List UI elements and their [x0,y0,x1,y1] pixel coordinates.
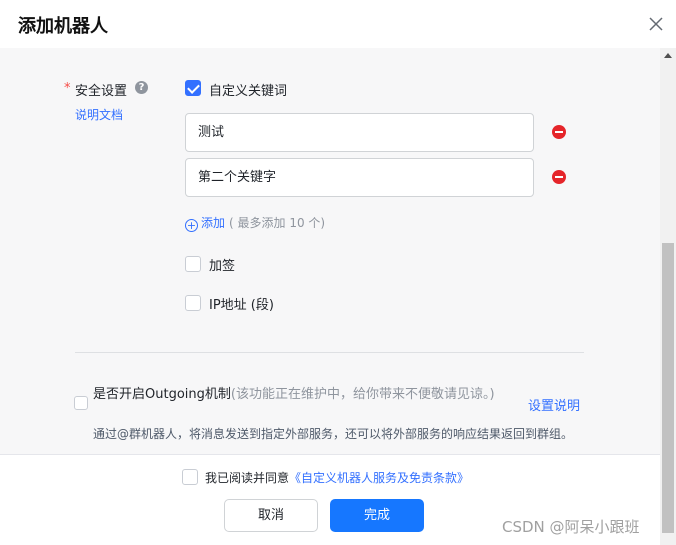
dialog-title: 添加机器人 [18,16,108,37]
sign-checkbox[interactable] [185,256,201,272]
remove-keyword-2-icon[interactable] [552,170,566,184]
confirm-button[interactable]: 完成 [330,499,424,532]
security-settings-label: 安全设置 [75,84,128,99]
ip-label: IP地址 (段) [209,298,274,313]
sign-label: 加签 [209,259,236,274]
custom-keyword-label: 自定义关键词 [209,84,288,99]
keyword-input-1[interactable]: 测试 [185,113,534,152]
agree-text-block: 我已阅读并同意《自定义机器人服务及免责条款》 [205,469,469,486]
cancel-button[interactable]: 取消 [224,499,318,532]
add-keyword-hint: ( 最多添加 10 个) [229,216,326,230]
add-keyword-row: + 添加 ( 最多添加 10 个) [185,214,325,232]
doc-link[interactable]: 说明文档 [75,106,123,123]
add-circle-icon[interactable]: + [185,219,198,232]
remove-keyword-1-icon[interactable] [552,125,566,139]
watermark: CSDN @阿呆小跟班 [502,518,640,536]
outgoing-checkbox[interactable] [74,396,88,410]
agree-checkbox[interactable] [182,469,198,485]
add-keyword-link[interactable]: 添加 [201,216,225,230]
dialog-header: 添加机器人 [0,0,676,48]
outgoing-note: (该功能正在维护中，给你带来不便敬请见谅。) [230,387,495,402]
agree-text: 我已阅读并同意 [205,471,290,485]
outgoing-setup-link[interactable]: 设置说明 [528,395,580,414]
required-mark: * [64,81,71,96]
outgoing-description: 通过@群机器人，将消息发送到指定外部服务，还可以将外部服务的响应结果返回到群组。 [93,427,574,441]
outgoing-title: 是否开启Outgoing机制 [93,387,231,402]
add-robot-dialog: 添加机器人 * 安全设置 ? 说明文档 自定义关键词 测试 第二个关键字 + 添加… [0,0,676,545]
scrollbar[interactable] [660,48,676,545]
help-icon[interactable]: ? [135,81,148,94]
scroll-up-arrow-icon[interactable] [664,53,672,58]
ip-checkbox[interactable] [185,295,201,311]
keyword-input-2[interactable]: 第二个关键字 [185,158,534,197]
scrollbar-thumb[interactable] [662,243,674,533]
outgoing-title-block: 是否开启Outgoing机制(该功能正在维护中，给你带来不便敬请见谅。) [93,386,513,403]
close-icon[interactable] [646,14,666,34]
terms-link[interactable]: 《自定义机器人服务及免责条款》 [289,471,469,485]
dialog-body: * 安全设置 ? 说明文档 自定义关键词 测试 第二个关键字 + 添加 ( 最多添加… [0,48,660,454]
custom-keyword-checkbox[interactable] [185,80,201,96]
section-divider [75,352,584,353]
